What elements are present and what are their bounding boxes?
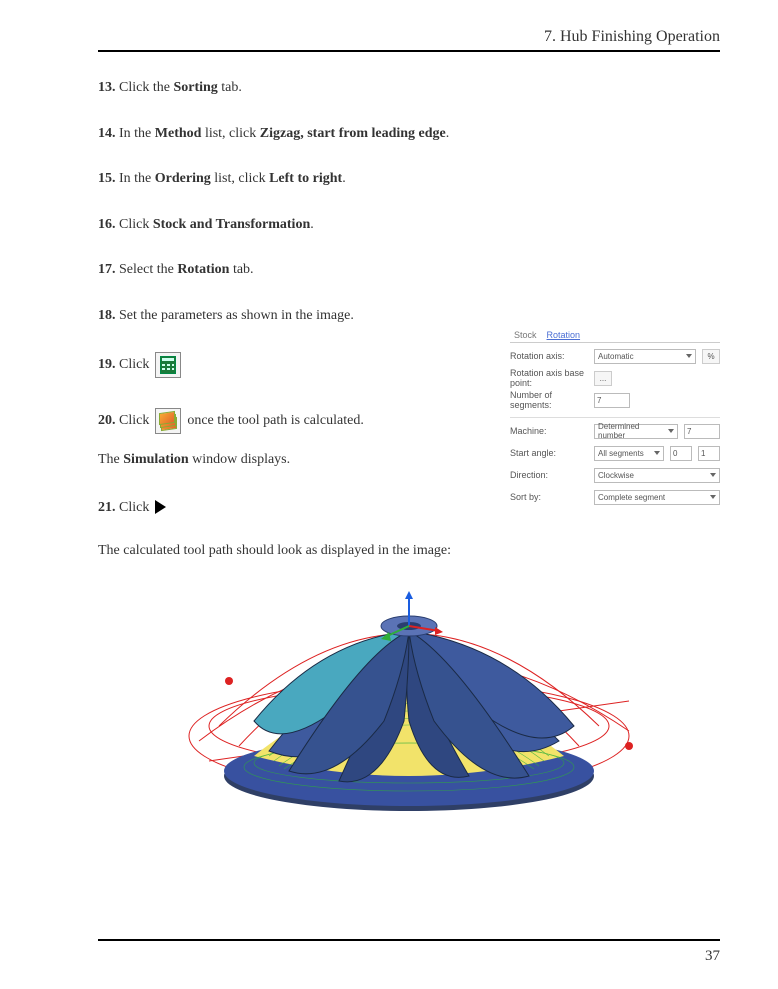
row-start-angle: Start angle: All segments 0 1 [510, 444, 720, 462]
step-17: 17. Select the Rotation tab. [98, 260, 720, 280]
step-num: 18. [98, 308, 116, 323]
sortby-select[interactable]: Complete segment [594, 490, 720, 505]
step-num: 13. [98, 80, 116, 95]
step-14: 14. In the Method list, click Zigzag, st… [98, 124, 720, 144]
machine-select[interactable]: Determined number [594, 424, 678, 439]
rotation-parameters-panel: Stock Rotation Rotation axis: Automatic … [510, 328, 720, 506]
step-num: 17. [98, 262, 116, 277]
step-num: 21. [98, 500, 116, 515]
row-direction: Direction: Clockwise [510, 466, 720, 484]
step-num: 16. [98, 217, 116, 232]
toolpath-simulation-image [159, 571, 659, 831]
calculate-icon [155, 352, 181, 378]
footer-rule [98, 939, 720, 941]
machine-count-input[interactable]: 7 [684, 424, 720, 439]
axis-extra-button[interactable]: % [702, 349, 720, 364]
row-rotation-axis: Rotation axis: Automatic % [510, 347, 720, 365]
page-number: 37 [705, 948, 720, 965]
step-16: 16. Click Stock and Transformation. [98, 215, 720, 235]
tab-stock[interactable]: Stock [514, 330, 537, 340]
row-base-point: Rotation axis base point: ... [510, 369, 720, 387]
page-header: 7. Hub Finishing Operation [98, 28, 720, 52]
start-angle-select[interactable]: All segments [594, 446, 664, 461]
panel-tabs: Stock Rotation [510, 328, 720, 343]
row-machine: Machine: Determined number 7 [510, 422, 720, 440]
start-angle-input-b[interactable]: 1 [698, 446, 720, 461]
simulate-icon [155, 408, 181, 434]
step-num: 19. [98, 357, 116, 372]
num-segments-input[interactable]: 7 [594, 393, 630, 408]
image-caption: The calculated tool path should look as … [98, 543, 720, 559]
row-sort-by: Sort by: Complete segment [510, 488, 720, 506]
step-18: 18. Set the parameters as shown in the i… [98, 306, 720, 326]
step-15: 15. In the Ordering list, click Left to … [98, 169, 720, 189]
chapter-title: 7. Hub Finishing Operation [544, 28, 720, 45]
step-13: 13. Click the Sorting tab. [98, 78, 720, 98]
base-point-button[interactable]: ... [594, 371, 612, 386]
tab-rotation[interactable]: Rotation [547, 330, 581, 340]
start-angle-input-a[interactable]: 0 [670, 446, 692, 461]
divider [510, 417, 720, 418]
document-page: 7. Hub Finishing Operation 13. Click the… [0, 0, 778, 989]
play-icon [155, 500, 166, 514]
step-num: 14. [98, 126, 116, 141]
rotation-axis-select[interactable]: Automatic [594, 349, 696, 364]
step-num: 15. [98, 171, 116, 186]
row-num-segments: Number of segments: 7 [510, 391, 720, 409]
direction-select[interactable]: Clockwise [594, 468, 720, 483]
step-num: 20. [98, 413, 116, 428]
